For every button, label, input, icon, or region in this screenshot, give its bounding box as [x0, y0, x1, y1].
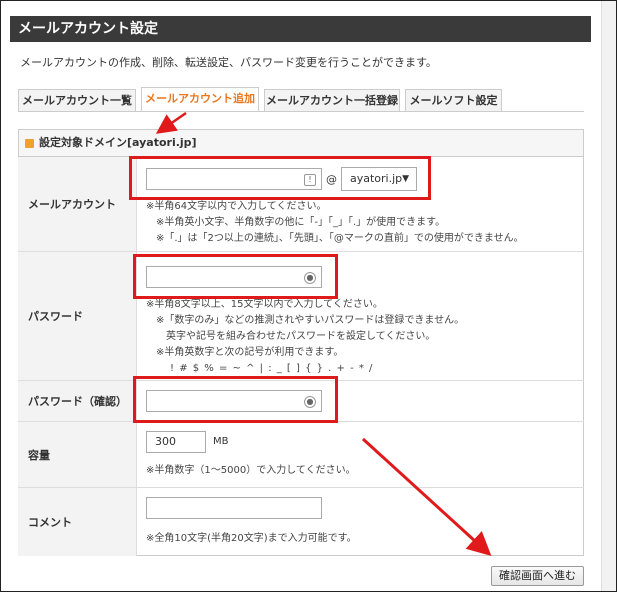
arrow-to-submit [361, 437, 492, 557]
annotation-arrows [155, 111, 492, 557]
arrow-to-domain [155, 111, 187, 134]
